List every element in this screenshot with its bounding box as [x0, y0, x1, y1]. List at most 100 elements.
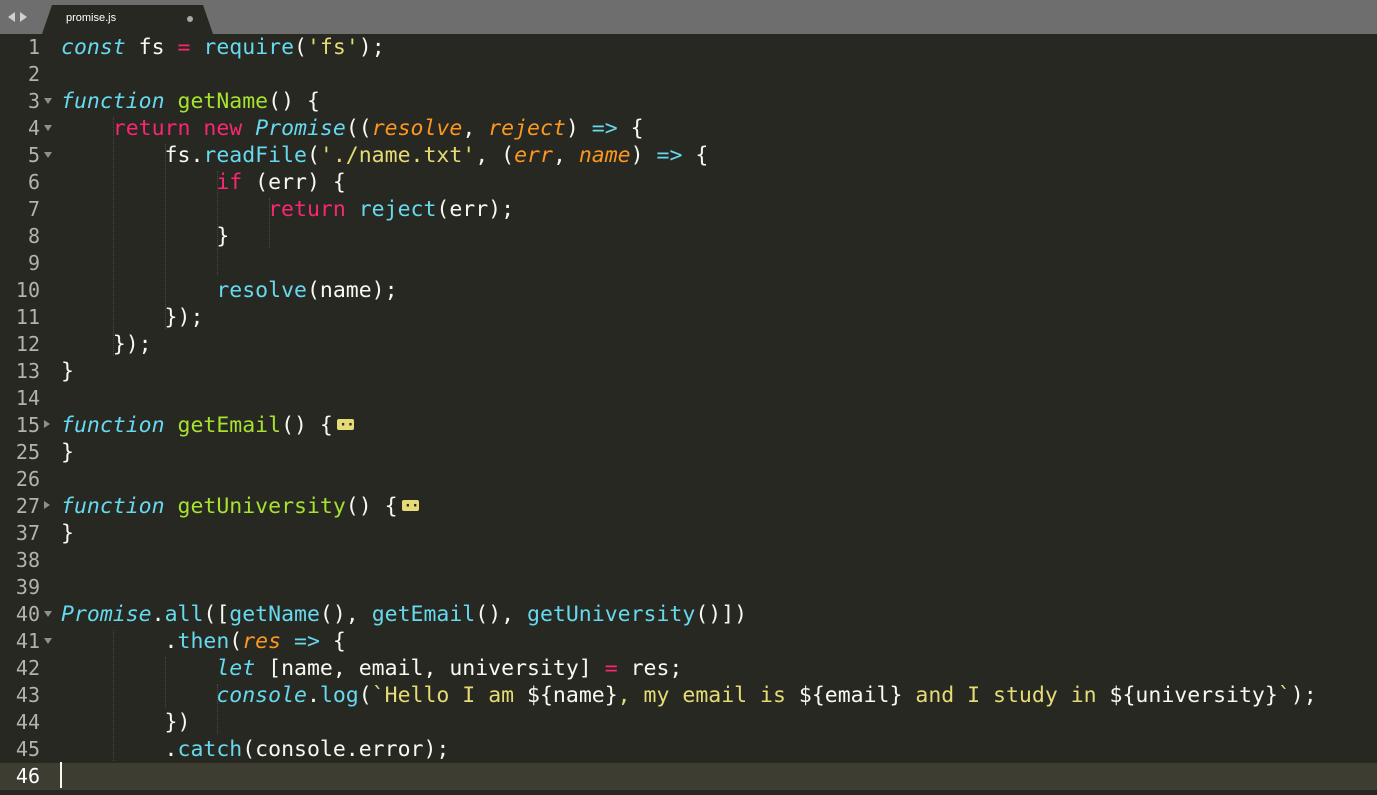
code-line[interactable]: 27 function getUniversity() {: [0, 493, 1377, 520]
tab-bar: promise.js: [0, 0, 1377, 34]
fold-open-icon[interactable]: [44, 638, 52, 644]
fold-open-icon[interactable]: [44, 611, 52, 617]
line-number: 44: [15, 710, 40, 734]
code-line[interactable]: 42 let [name, email, university] = res;: [0, 655, 1377, 682]
folded-code-icon[interactable]: [336, 412, 361, 439]
line-number: 45: [15, 737, 40, 761]
code-line[interactable]: 26: [0, 466, 1377, 493]
line-number: 15: [15, 413, 40, 437]
line-number: 25: [15, 440, 40, 464]
line-number: 10: [15, 278, 40, 302]
code-text: }): [61, 710, 191, 735]
fold-closed-icon[interactable]: [44, 501, 50, 509]
code-line[interactable]: 12 });: [0, 331, 1377, 358]
code-line[interactable]: 37}: [0, 520, 1377, 547]
line-number: 38: [15, 548, 40, 572]
code-line[interactable]: 13}: [0, 358, 1377, 385]
line-number: 46: [15, 764, 40, 788]
code-line[interactable]: 4 return new Promise((resolve, reject) =…: [0, 115, 1377, 142]
line-number: 39: [15, 575, 40, 599]
code-text: }: [61, 224, 230, 249]
indent-guide: [217, 171, 218, 275]
line-number: 43: [15, 683, 40, 707]
indent-guide: [113, 630, 114, 761]
code-line[interactable]: 7 return reject(err);: [0, 196, 1377, 223]
code-line[interactable]: 44 }): [0, 709, 1377, 736]
code-text: function getUniversity() {: [61, 493, 426, 520]
line-number: 4: [27, 116, 40, 140]
unsaved-dot-icon[interactable]: [187, 16, 193, 22]
line-number: 5: [27, 143, 40, 167]
indent-guide: [165, 144, 166, 329]
line-number: 2: [27, 62, 40, 86]
code-text: }: [61, 440, 74, 465]
text-cursor: [60, 762, 62, 788]
indent-guide: [113, 117, 114, 356]
code-text: .then(res => {: [61, 629, 346, 654]
code-text: });: [61, 332, 152, 357]
code-text: let [name, email, university] = res;: [216, 656, 683, 681]
code-line[interactable]: 40 Promise.all([getName(), getEmail(), ge…: [0, 601, 1377, 628]
code-line[interactable]: 3 function getName() {: [0, 88, 1377, 115]
code-line[interactable]: 10 resolve(name);: [0, 277, 1377, 304]
line-number: 14: [15, 386, 40, 410]
code-text: console.log(`Hello I am ${name}, my emai…: [216, 683, 1317, 708]
code-text: }: [61, 521, 74, 546]
code-line[interactable]: 9: [0, 250, 1377, 277]
code-text: return reject(err);: [268, 197, 515, 222]
line-number: 41: [15, 629, 40, 653]
indent-guide: [269, 198, 270, 248]
code-line[interactable]: 1 const fs = require('fs');: [0, 34, 1377, 61]
line-number: 26: [15, 467, 40, 491]
code-line[interactable]: 46: [0, 763, 1377, 790]
line-number: 9: [27, 251, 40, 275]
line-number: 6: [27, 170, 40, 194]
indent-guide: [165, 657, 166, 707]
code-text: });: [61, 305, 204, 330]
arrow-left-icon[interactable]: [8, 12, 15, 22]
tab-promise-js[interactable]: promise.js: [42, 5, 213, 34]
code-line[interactable]: 5 fs.readFile('./name.txt', (err, name) …: [0, 142, 1377, 169]
tab-navigation: [8, 8, 27, 26]
code-text: const fs = require('fs');: [61, 35, 385, 60]
indent-guide: [217, 684, 218, 734]
code-line[interactable]: 39: [0, 574, 1377, 601]
code-text: resolve(name);: [216, 278, 398, 303]
code-text: Promise.all([getName(), getEmail(), getU…: [61, 602, 748, 627]
line-number: 12: [15, 332, 40, 356]
code-text: function getName() {: [61, 89, 320, 114]
line-number: 27: [15, 494, 40, 518]
fold-open-icon[interactable]: [44, 125, 52, 131]
code-text: .catch(console.error);: [61, 737, 450, 762]
code-line[interactable]: 38: [0, 547, 1377, 574]
code-text: if (err) {: [216, 170, 346, 195]
line-number: 1: [27, 35, 40, 59]
code-line[interactable]: 45 .catch(console.error);: [0, 736, 1377, 763]
line-number: 11: [15, 305, 40, 329]
line-number: 40: [15, 602, 40, 626]
code-text: return new Promise((resolve, reject) => …: [112, 116, 644, 141]
line-number: 8: [27, 224, 40, 248]
tab-title: promise.js: [66, 12, 117, 24]
code-line[interactable]: 6 if (err) {: [0, 169, 1377, 196]
line-number: 3: [27, 89, 40, 113]
fold-open-icon[interactable]: [44, 98, 52, 104]
line-number: 42: [15, 656, 40, 680]
code-editor[interactable]: 1 const fs = require('fs'); 2 3 function get…: [0, 34, 1377, 795]
code-text: function getEmail() {: [61, 412, 361, 439]
fold-open-icon[interactable]: [44, 152, 52, 158]
code-line[interactable]: 14: [0, 385, 1377, 412]
code-line[interactable]: 2: [0, 61, 1377, 88]
line-number: 7: [27, 197, 40, 221]
code-line[interactable]: 43 console.log(`Hello I am ${name}, my e…: [0, 682, 1377, 709]
arrow-right-icon[interactable]: [20, 12, 27, 22]
code-line[interactable]: 11 });: [0, 304, 1377, 331]
code-line[interactable]: 41 .then(res => {: [0, 628, 1377, 655]
code-text: }: [61, 359, 74, 384]
code-line[interactable]: 8 }: [0, 223, 1377, 250]
folded-code-icon[interactable]: [401, 493, 426, 520]
fold-closed-icon[interactable]: [44, 420, 50, 428]
code-line[interactable]: 15 function getEmail() {: [0, 412, 1377, 439]
code-text: fs.readFile('./name.txt', (err, name) =>…: [61, 143, 709, 168]
code-line[interactable]: 25}: [0, 439, 1377, 466]
